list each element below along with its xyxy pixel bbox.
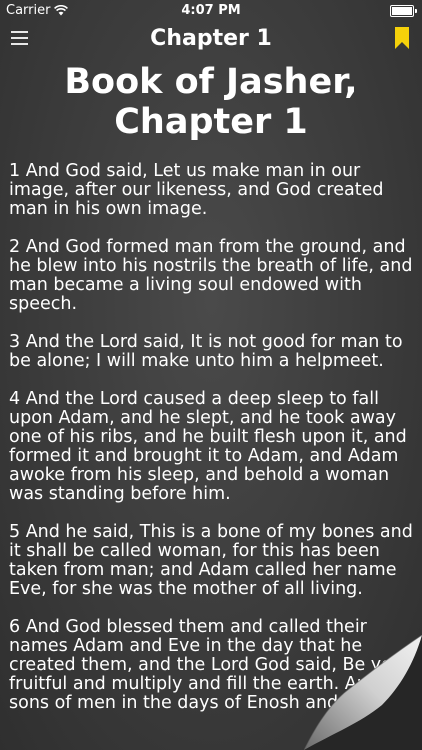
nav-title: Chapter 1 [150, 26, 272, 51]
page-title-line-1: Book of Jasher, [64, 62, 358, 102]
verse: 5 And he said, This is a bone of my bone… [9, 522, 413, 599]
bookmark-icon[interactable] [395, 27, 409, 49]
verse: 6 And God blessed them and called their … [9, 617, 414, 713]
battery-icon [390, 5, 417, 17]
clock: 4:07 PM [181, 3, 241, 18]
page-title-line-2: Chapter 1 [114, 102, 308, 142]
status-bar: Carrier 4:07 PM [0, 0, 422, 22]
navigation-bar: Chapter 1 [0, 22, 422, 62]
chapter-text: 1 And God said, Let us make man in our i… [9, 162, 415, 732]
verse: 3 And the Lord said, It is not good for … [9, 332, 403, 371]
verse: 1 And God said, Let us make man in our i… [9, 161, 384, 219]
verse: 2 And God formed man from the ground, an… [9, 237, 413, 314]
verse: 4 And the Lord caused a deep sleep to fa… [9, 389, 407, 504]
page-title: Book of Jasher, Chapter 1 [0, 62, 422, 142]
